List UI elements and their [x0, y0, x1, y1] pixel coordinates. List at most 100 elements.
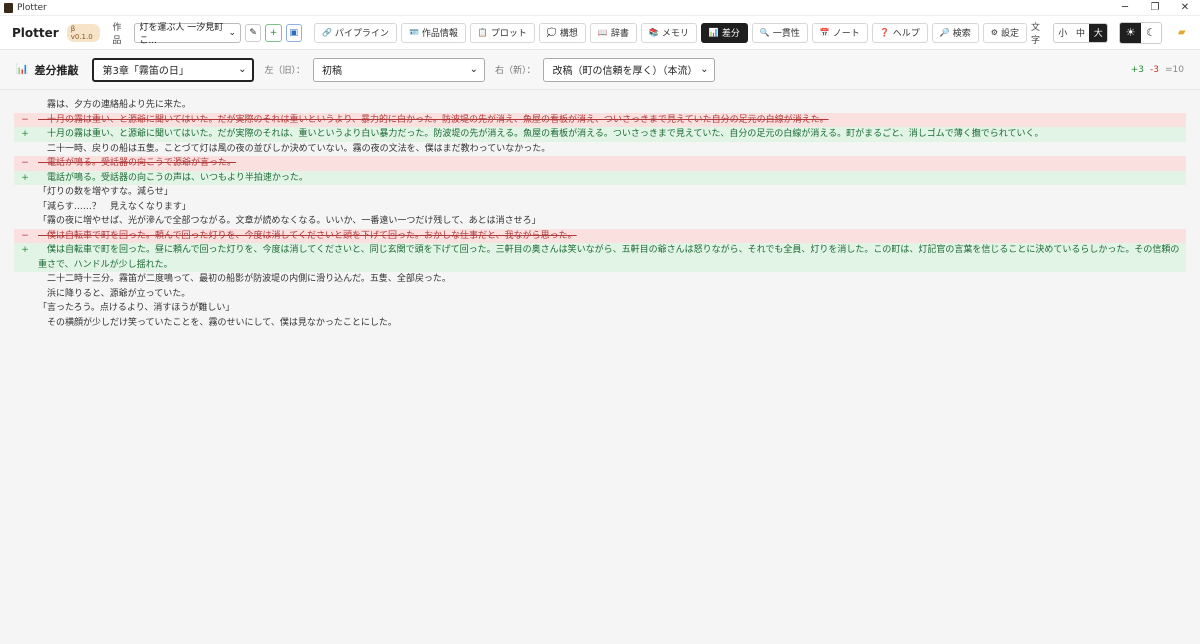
work-select[interactable]: 灯を運ぶ人 一汐見町こ... ⌄ [134, 22, 242, 46]
diff-line-eq: その横顔が少しだけ笑っていたことを、霧のせいにして、僕は見なかったことにした。 [14, 316, 1186, 331]
diff-line-eq: 「霧の夜に増やせば、光が滲んで全部つながる。文章が読めなくなる。いいか、一番遠い… [14, 214, 1186, 229]
tab-icon: 🪪 [408, 28, 419, 37]
diff-line-eq: 二十一時、戻りの船は五隻。ことづて灯は風の夜の並びしか決めていない。霧の夜の文法… [14, 142, 1186, 157]
diff-line-text: 十月の霧は重い、と源爺に聞いてはいた。だが実際のそれは、重いというより白い暴力だ… [38, 129, 1044, 139]
tab-4[interactable]: 📖 辞書 [589, 22, 637, 43]
nav-tabs: 🔗 パイプライン 🪪 作品情報 📋 プロット 💭 構想 📖 辞書 📚 メモリ 📊 差分 🔍 一貫性 📅 ノート ❓ ヘ… [313, 22, 1027, 43]
add-work-button[interactable]: + [265, 23, 282, 42]
font-size-button[interactable]: 大 [1089, 23, 1108, 42]
right-tools: 文字 小中大 ☀ ☾ ▰ [1031, 20, 1192, 46]
diff-marker: + [21, 245, 29, 255]
chapter-select[interactable]: 第3章「霧笛の日」 ⌄ [92, 57, 255, 82]
left-version-value: 初稿 [321, 66, 342, 77]
tab-7[interactable]: 🔍 一貫性 [751, 22, 808, 43]
edit-work-button[interactable]: ✎ [245, 23, 262, 42]
tab-label: 一貫性 [772, 29, 800, 39]
tab-8[interactable]: 📅 ノート [811, 22, 868, 43]
font-size-button[interactable]: 小 [1053, 23, 1072, 42]
tab-10[interactable]: 🔎 検索 [931, 22, 979, 43]
right-version-select[interactable]: 改稿（町の信頼を厚く）（本流） ⌄ [543, 57, 716, 82]
minimize-icon[interactable]: ─ [1110, 0, 1140, 16]
diff-line-add: + 僕は自転車で町を回った。昼に頼んで回った灯りを、今度は消してくださいと、同じ… [14, 243, 1186, 272]
diff-line-text: 霧は、夕方の連絡船より先に来た。 [38, 100, 191, 110]
work-select-value: 灯を運ぶ人 一汐見町こ... [139, 22, 224, 46]
tab-label: ヘルプ [892, 29, 920, 39]
tab-icon: ⚙ [990, 28, 998, 37]
diff-line-eq: 霧は、夕方の連絡船より先に来た。 [14, 98, 1186, 113]
diff-stats: +3 -3 =10 [1131, 65, 1184, 75]
tab-6[interactable]: 📊 差分 [700, 22, 748, 43]
pencil-icon: ✎ [249, 27, 257, 38]
folder-icon[interactable]: ▰ [1171, 23, 1192, 43]
tab-label: プロット [490, 29, 527, 39]
bar-chart-icon: 📊 [16, 64, 29, 75]
tab-icon: 💭 [546, 28, 557, 37]
moon-icon[interactable]: ☾ [1140, 22, 1162, 43]
tab-label: ノート [832, 29, 860, 39]
tab-1[interactable]: 🪪 作品情報 [400, 22, 466, 43]
diff-header: 📊 差分推敲 第3章「霧笛の日」 ⌄ 左（旧）： 初稿 ⌄ 右（新）： 改稿（町… [0, 50, 1200, 90]
tab-icon: 📊 [708, 28, 719, 37]
diff-line-eq: 「言ったろう。点けるより、消すほうが難しい」 [14, 301, 1186, 316]
diff-title: 📊 差分推敲 [16, 62, 78, 78]
diff-line-del: − 十月の霧は重い、と源爺に聞いてはいた。だが実際のそれは重いというより、暴力的… [14, 112, 1186, 127]
diff-line-text: 電話が鳴る。受話器の向こうの声は、いつもより半拍速かった。 [38, 172, 308, 183]
tab-icon: 📋 [477, 28, 488, 37]
tab-5[interactable]: 📚 メモリ [640, 22, 697, 43]
diff-line-eq: 二十二時十三分。霧笛が二度鳴って、最初の船影が防波堤の内側に滑り込んだ。五隻、全… [14, 272, 1186, 287]
main-toolbar: Plotter β v0.1.0 作品 灯を運ぶ人 一汐見町こ... ⌄ ✎ +… [0, 16, 1200, 50]
left-version-label: 左（旧）： [264, 66, 305, 76]
diff-line-text: 僕は自転車で町を回った。昼に頼んで回った灯りを、今度は消してくださいと、同じ玄関… [38, 245, 1180, 270]
tab-2[interactable]: 📋 プロット [469, 22, 535, 43]
tab-3[interactable]: 💭 構想 [538, 22, 586, 43]
diff-line-text: 「霧の夜に増やせば、光が滲んで全部つながる。文章が読めなくなる。いいか、一番遠い… [38, 216, 541, 226]
font-size-group: 小中大 [1052, 22, 1109, 43]
tab-label: メモリ [661, 29, 689, 39]
diff-line-del: − 電話が鳴る。受話器の向こうで源爺が言った。 [14, 156, 1186, 171]
work-label: 作品 [112, 22, 122, 46]
tab-11[interactable]: ⚙ 設定 [982, 22, 1027, 43]
diff-marker: + [21, 129, 29, 139]
diff-line-text: 電話が鳴る。受話器の向こうで源爺が言った。 [38, 158, 237, 168]
tab-icon: ❓ [879, 28, 890, 37]
added-count: +3 [1130, 64, 1145, 75]
tab-icon: 📅 [819, 28, 830, 37]
chevron-down-icon: ⌄ [238, 64, 247, 75]
app-brand: Plotter [12, 25, 59, 40]
chevron-down-icon: ⌄ [469, 64, 478, 75]
tab-label: 作品情報 [421, 29, 458, 39]
diff-line-eq: 「減らす……？ 見えなくなります」 [14, 200, 1186, 215]
font-size-button[interactable]: 中 [1071, 23, 1090, 42]
unchanged-count: =10 [1165, 64, 1184, 75]
tab-label: パイプライン [334, 29, 389, 39]
save-work-button[interactable]: ▣ [285, 23, 302, 42]
restore-icon[interactable]: ❐ [1140, 0, 1170, 16]
tab-icon: 🔎 [939, 28, 950, 37]
tab-0[interactable]: 🔗 パイプライン [313, 22, 397, 43]
diff-marker: − [21, 158, 29, 168]
diff-line-add: + 電話が鳴る。受話器の向こうの声は、いつもより半拍速かった。 [14, 170, 1186, 185]
diff-line-text: 二十一時、戻りの船は五隻。ことづて灯は風の夜の並びしか決めていない。霧の夜の文法… [38, 143, 551, 154]
app-icon [4, 2, 13, 13]
diff-line-eq: 「灯りの数を増やすな。減らせ」 [14, 185, 1186, 200]
tab-label: 設定 [1000, 29, 1019, 39]
diff-line-text: 「言ったろう。点けるより、消すほうが難しい」 [38, 303, 235, 313]
tab-label: 差分 [721, 29, 740, 39]
diff-line-del: − 僕は自転車で町を回った。頼んで回った灯りを、今度は消してくださいと頭を下げて… [14, 228, 1186, 243]
tab-icon: 📖 [597, 28, 608, 37]
window-title: Plotter [17, 2, 47, 13]
diff-marker: + [21, 172, 29, 183]
diff-line-text: 僕は自転車で町を回った。頼んで回った灯りを、今度は消してくださいと頭を下げて回っ… [38, 230, 577, 241]
diff-marker: − [21, 230, 29, 241]
tab-9[interactable]: ❓ ヘルプ [871, 22, 928, 43]
diff-body: 霧は、夕方の連絡船より先に来た。 − 十月の霧は重い、と源爺に聞いてはいた。だが実… [0, 90, 1200, 644]
left-version-select[interactable]: 初稿 ⌄ [312, 57, 485, 82]
tab-icon: 🔍 [759, 28, 770, 37]
sun-icon[interactable]: ☀ [1120, 22, 1141, 43]
close-icon[interactable]: ✕ [1170, 0, 1200, 16]
diff-line-text: 「灯りの数を増やすな。減らせ」 [38, 187, 173, 197]
plus-icon: + [269, 27, 278, 38]
diff-line-text: 二十二時十三分。霧笛が二度鳴って、最初の船影が防波堤の内側に滑り込んだ。五隻、全… [38, 274, 451, 284]
tab-label: 検索 [952, 29, 971, 39]
diff-line-eq: 浜に降りると、源爺が立っていた。 [14, 287, 1186, 302]
